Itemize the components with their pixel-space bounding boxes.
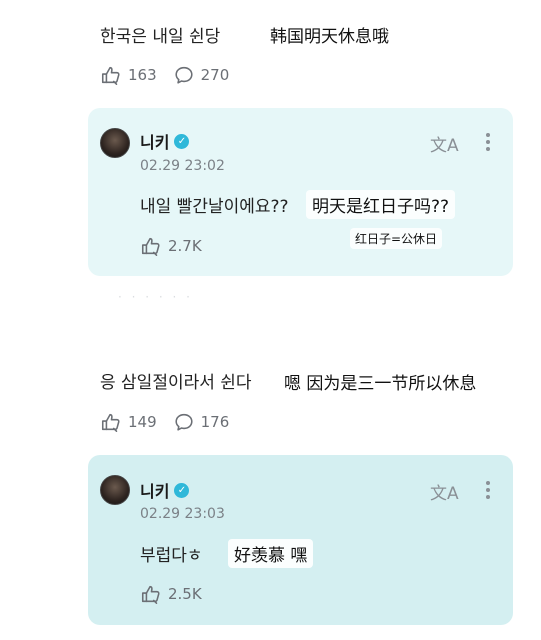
- comment-translation: 韩国明天休息哦: [264, 20, 395, 49]
- comment-stats: 149 176: [100, 411, 245, 433]
- reply-username[interactable]: 니키: [140, 478, 169, 502]
- reply-text: 부럽다ㅎ: [140, 546, 203, 566]
- translation-note: 红日子=公休日: [350, 228, 443, 249]
- faded-text: · · · · · ·: [118, 290, 193, 304]
- more-icon[interactable]: [486, 133, 490, 154]
- more-icon[interactable]: [486, 481, 490, 502]
- reply-like-button[interactable]: 2.5K: [140, 583, 202, 605]
- reply-like-button[interactable]: 2.7K: [140, 235, 202, 257]
- reply-count: 270: [200, 66, 230, 84]
- comment-text: 한국은 내일 쉰당: [100, 27, 221, 47]
- reply-username[interactable]: 니키: [140, 129, 169, 153]
- translate-icon[interactable]: 文A: [430, 131, 459, 156]
- like-button[interactable]: 163: [100, 64, 157, 86]
- reply-timestamp: 02.29 23:02: [140, 158, 225, 174]
- like-icon: [101, 413, 120, 432]
- reply-button[interactable]: 270: [173, 64, 230, 86]
- verified-badge-icon: ✓: [174, 482, 190, 498]
- comment-icon: [175, 66, 193, 84]
- like-icon: [101, 66, 120, 85]
- reply-translation: 明天是红日子吗??: [306, 190, 456, 219]
- comment-translation: 嗯 因为是三一节所以休息: [278, 367, 483, 396]
- like-button[interactable]: 149: [100, 411, 157, 433]
- comment-icon: [175, 413, 193, 431]
- like-icon: [141, 585, 160, 604]
- artist-reply-card: 니키 ✓ 02.29 23:02 文A 내일 빨간날이에요?? 明天是红日子吗?…: [88, 108, 513, 276]
- reply-timestamp: 02.29 23:03: [140, 506, 225, 522]
- reply-button[interactable]: 176: [173, 411, 230, 433]
- avatar[interactable]: [100, 475, 130, 505]
- like-icon: [141, 237, 160, 256]
- reply-count: 176: [200, 413, 230, 431]
- avatar[interactable]: [100, 128, 130, 158]
- like-count: 163: [128, 66, 157, 84]
- reply-translation: 好羡慕 嘿: [228, 539, 314, 568]
- like-count: 149: [128, 413, 157, 431]
- verified-badge-icon: ✓: [174, 133, 190, 149]
- reply-text: 내일 빨간날이에요??: [140, 197, 289, 217]
- comment-stats: 163 270: [100, 64, 245, 86]
- artist-reply-card: 니키 ✓ 02.29 23:03 文A 부럽다ㅎ 好羡慕 嘿 2.5K: [88, 455, 513, 625]
- reply-like-count: 2.7K: [168, 237, 202, 255]
- reply-like-count: 2.5K: [168, 585, 202, 603]
- translate-icon[interactable]: 文A: [430, 479, 459, 504]
- comment-text: 응 삼일절이라서 쉰다: [100, 373, 252, 393]
